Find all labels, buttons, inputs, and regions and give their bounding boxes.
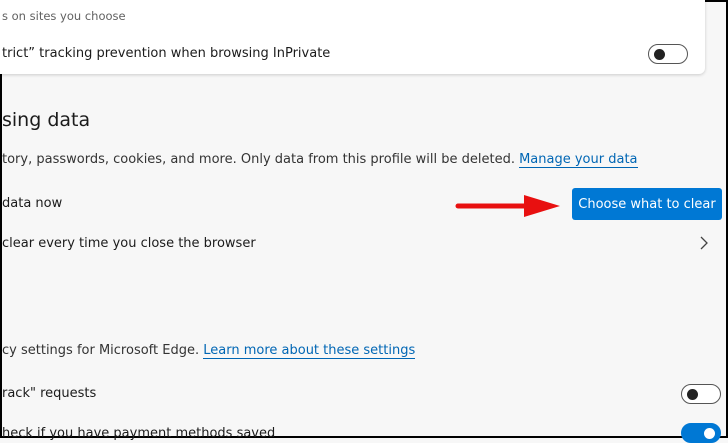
red-arrow-annotation: [455, 195, 560, 217]
clear-browsing-data-heading: sing data: [2, 109, 91, 131]
do-not-track-toggle[interactable]: [681, 384, 721, 404]
manage-your-data-link[interactable]: Manage your data: [519, 152, 638, 168]
clear-description: tory, passwords, cookies, and more. Only…: [2, 152, 515, 167]
strict-inprivate-label: trict” tracking prevention when browsing…: [2, 46, 331, 61]
tracking-subtext: s on sites you choose: [2, 9, 126, 23]
payment-methods-toggle[interactable]: [681, 423, 721, 443]
clear-on-close-row[interactable]: clear every time you close the browser: [2, 236, 728, 251]
do-not-track-label: rack" requests: [2, 386, 97, 401]
clear-on-close-label: clear every time you close the browser: [2, 236, 256, 251]
payment-methods-label: heck if you have payment methods saved: [2, 426, 276, 441]
choose-what-to-clear-button[interactable]: Choose what to clear: [572, 188, 722, 220]
learn-more-link[interactable]: Learn more about these settings: [203, 343, 416, 359]
clear-now-label: data now: [2, 196, 63, 211]
privacy-description: cy settings for Microsoft Edge.: [2, 343, 200, 358]
chevron-right-icon[interactable]: [699, 236, 709, 250]
strict-inprivate-toggle[interactable]: [648, 44, 688, 64]
